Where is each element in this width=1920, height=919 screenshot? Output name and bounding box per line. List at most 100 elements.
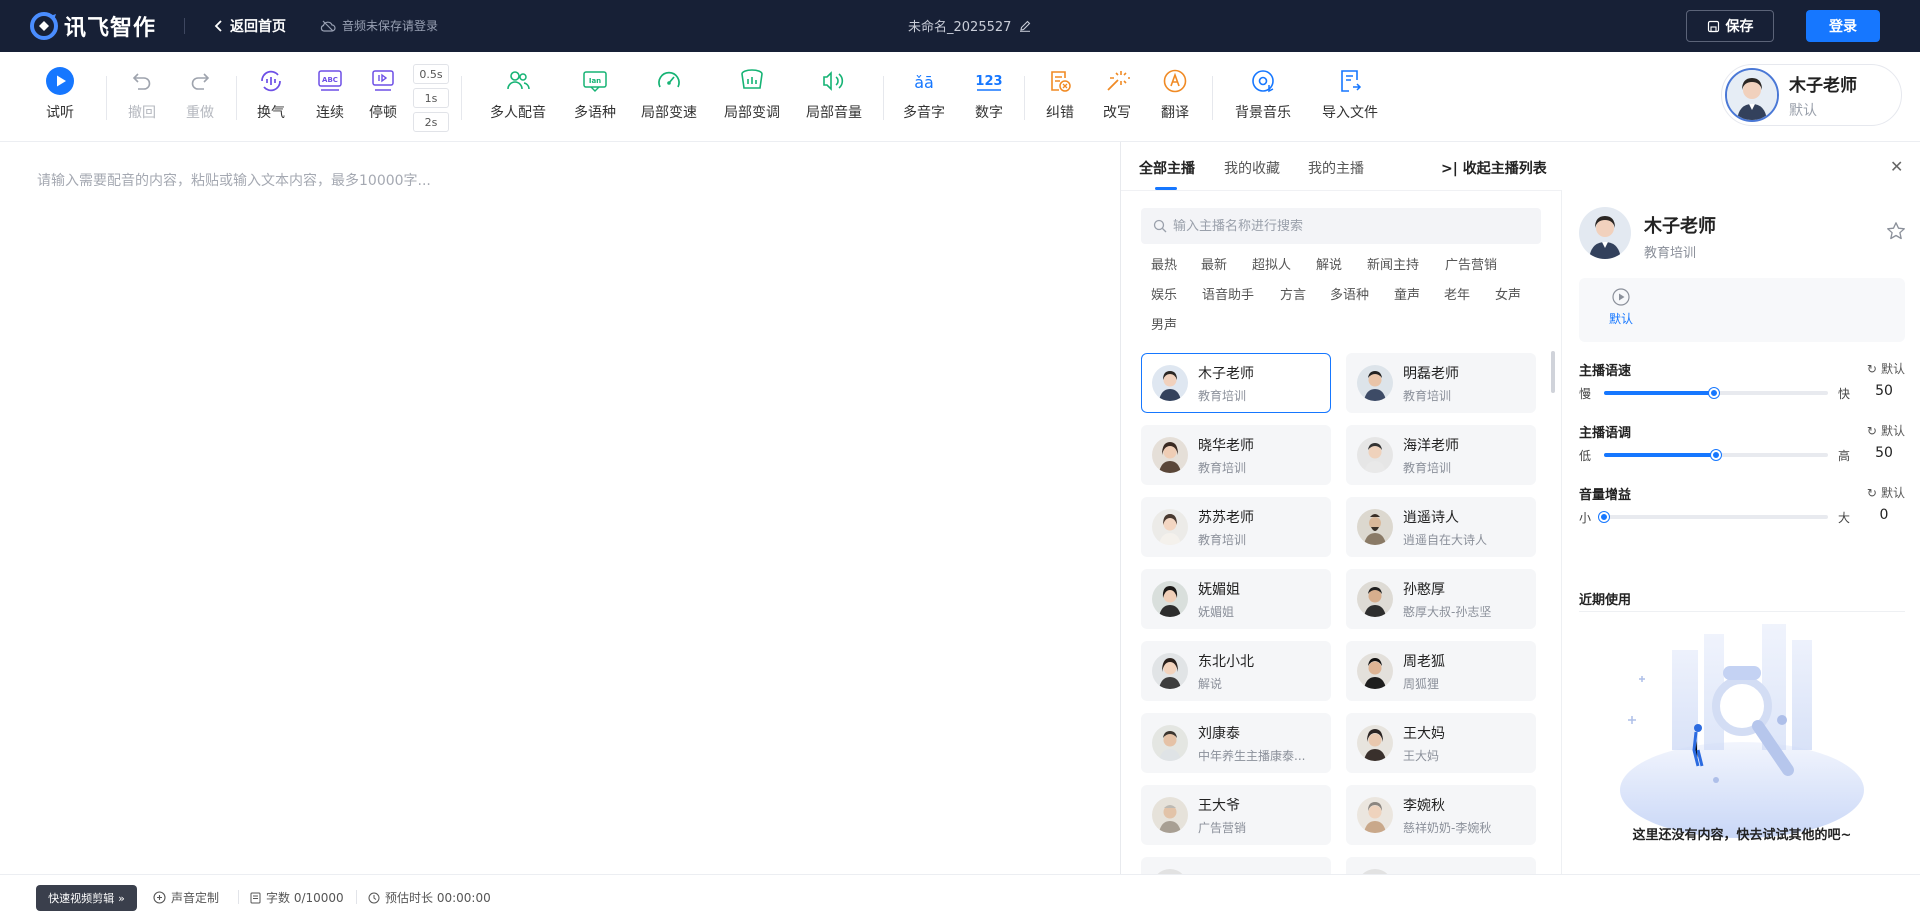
undo-button[interactable]: 撤回 (127, 66, 157, 122)
rewrite-button[interactable]: 改写 (1102, 66, 1132, 122)
number-button[interactable]: 123 数字 (974, 66, 1004, 122)
slider-knob[interactable] (1709, 388, 1719, 398)
host-card[interactable]: 苏苏老师教育培训 (1141, 497, 1331, 557)
host-name: 东北小北 (1198, 651, 1254, 671)
save-label: 保存 (1726, 16, 1754, 36)
pause-option[interactable]: 0.5s (413, 64, 449, 84)
host-card[interactable]: 李婉秋慈祥奶奶-李婉秋 (1346, 785, 1536, 845)
local-volume-button[interactable]: 局部音量 (806, 66, 862, 122)
category-chip[interactable]: 女声 (1495, 284, 1521, 303)
speed-slider[interactable] (1604, 391, 1828, 395)
slider-knob[interactable] (1599, 512, 1609, 522)
speed-value[interactable]: 50 (1863, 378, 1905, 404)
pause-button[interactable]: 停顿 (368, 66, 398, 122)
import-file-button[interactable]: 导入文件 (1322, 66, 1378, 122)
category-chip[interactable]: 最热 (1151, 254, 1177, 273)
pitch-label: 主播语调 (1579, 422, 1631, 441)
host-card[interactable]: 晓华老师教育培训 (1141, 425, 1331, 485)
voice-custom-button[interactable]: 声音定制 (153, 889, 219, 906)
unsaved-notice: 音频未保存请登录 (320, 17, 438, 34)
local-speed-button[interactable]: 局部变速 (641, 66, 697, 122)
tab-all-hosts[interactable]: 全部主播 (1139, 158, 1195, 178)
pitch-reset[interactable]: ↻默认 (1867, 422, 1905, 439)
host-card[interactable]: 木子老师教育培训 (1141, 353, 1331, 413)
host-name: 李婉秋 (1403, 795, 1491, 815)
edit-icon[interactable] (1019, 20, 1031, 32)
host-card[interactable]: 王大妈王大妈 (1346, 713, 1536, 773)
speed-reset[interactable]: ↻默认 (1867, 360, 1905, 377)
host-card[interactable]: 王大爷广告营销 (1141, 785, 1331, 845)
pitch-control: 主播语调 ↻默认 低 高 50 (1579, 422, 1905, 482)
host-card[interactable]: 东北小北解说 (1141, 641, 1331, 701)
volume-slider[interactable] (1604, 515, 1828, 519)
speed-max-label: 快 (1838, 385, 1850, 402)
host-search[interactable] (1141, 208, 1541, 244)
local-pitch-button[interactable]: 局部变调 (724, 66, 780, 122)
category-chip[interactable]: 解说 (1316, 254, 1342, 273)
text-editor[interactable]: 请输入需要配音的内容，粘贴或输入文本内容，最多10000字... (0, 142, 1120, 874)
category-chip[interactable]: 广告营销 (1445, 254, 1497, 273)
host-card[interactable]: 湘芬 (1141, 857, 1331, 875)
category-chip[interactable]: 男声 (1151, 314, 1177, 333)
background-music-button[interactable]: 背景音乐 (1235, 66, 1291, 122)
document-title[interactable]: 未命名_2025527 (908, 16, 1031, 35)
star-icon[interactable] (1886, 221, 1906, 241)
login-button[interactable]: 登录 (1806, 10, 1880, 42)
category-chip[interactable]: 超拟人 (1252, 254, 1291, 273)
search-input[interactable] (1173, 219, 1533, 234)
breath-label: 换气 (257, 102, 285, 122)
host-desc: 广告营销 (1198, 819, 1246, 836)
host-card[interactable]: 海洋老师教育培训 (1346, 425, 1536, 485)
current-host-card[interactable]: 木子老师 默认 (1721, 64, 1902, 126)
avatar (1152, 797, 1188, 833)
volume-value[interactable]: 0 (1863, 502, 1905, 528)
category-chip[interactable]: 娱乐 (1151, 284, 1177, 303)
users-icon (503, 66, 533, 96)
collapse-host-list-button[interactable]: >| 收起主播列表 (1441, 158, 1547, 178)
pause-option[interactable]: 2s (413, 112, 449, 132)
category-chip[interactable]: 多语种 (1330, 284, 1369, 303)
host-card[interactable]: 逍遥诗人逍遥自在大诗人 (1346, 497, 1536, 557)
logo[interactable]: 讯飞智作 (30, 10, 156, 42)
listen-button[interactable]: 试听 (45, 66, 75, 122)
connect-label: 连续 (316, 102, 344, 122)
category-chip[interactable]: 童声 (1394, 284, 1420, 303)
category-chip[interactable]: 语音助手 (1202, 284, 1254, 303)
category-chip[interactable]: 新闻主持 (1367, 254, 1419, 273)
tab-my-hosts[interactable]: 我的主播 (1308, 158, 1364, 178)
polyphone-button[interactable]: ǎā 多音字 (903, 66, 945, 122)
pause-option[interactable]: 1s (413, 88, 449, 108)
avatar (1725, 68, 1779, 122)
toolbar-divider (461, 76, 462, 120)
quick-video-edit-button[interactable]: 快速视频剪辑 » (36, 885, 137, 911)
translate-button[interactable]: 翻译 (1160, 66, 1190, 122)
host-card[interactable]: 刘康泰中年养生主播康泰... (1141, 713, 1331, 773)
multi-voice-button[interactable]: 多人配音 (490, 66, 546, 122)
category-chip[interactable]: 方言 (1280, 284, 1306, 303)
pitch-value[interactable]: 50 (1863, 440, 1905, 466)
correct-button[interactable]: 纠错 (1045, 66, 1075, 122)
back-home-link[interactable]: 返回首页 (214, 16, 286, 36)
host-card[interactable]: 妩媚姐妩媚姐 (1141, 569, 1331, 629)
close-icon[interactable]: ✕ (1890, 157, 1903, 176)
host-card[interactable]: 孙憨厚憨厚大叔-孙志坚 (1346, 569, 1536, 629)
breath-button[interactable]: 换气 (256, 66, 286, 122)
save-button[interactable]: 保存 (1686, 10, 1774, 42)
host-card[interactable]: 明磊老师教育培训 (1346, 353, 1536, 413)
redo-button[interactable]: 重做 (185, 66, 215, 122)
category-chip[interactable]: 最新 (1201, 254, 1227, 273)
host-desc: 逍遥自在大诗人 (1403, 531, 1487, 548)
host-desc: 教育培训 (1403, 459, 1459, 476)
pitch-slider[interactable] (1604, 453, 1828, 457)
tab-favorites[interactable]: 我的收藏 (1224, 158, 1280, 178)
host-list-scrollbar[interactable] (1551, 351, 1555, 393)
multi-language-button[interactable]: Ian 多语种 (574, 66, 616, 122)
host-card[interactable]: 周老狐周狐狸 (1346, 641, 1536, 701)
slider-knob[interactable] (1711, 450, 1721, 460)
voice-style-default[interactable]: 默认 (1609, 288, 1633, 327)
host-card[interactable]: 王明 (1346, 857, 1536, 875)
svg-text:123: 123 (975, 74, 1002, 89)
connect-button[interactable]: ABC 连续 (315, 66, 345, 122)
category-chip[interactable]: 老年 (1444, 284, 1470, 303)
volume-reset[interactable]: ↻默认 (1867, 484, 1905, 501)
